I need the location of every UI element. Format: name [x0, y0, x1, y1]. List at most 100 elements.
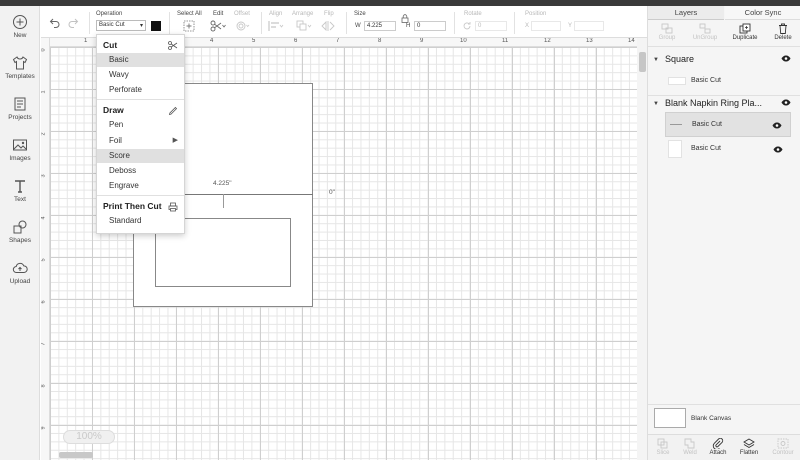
caret-down-icon[interactable]: ▼: [653, 57, 659, 63]
menu-separator: [97, 99, 184, 100]
width-dimension-label: 4.225": [213, 180, 232, 187]
ruler-tick: 7: [41, 342, 47, 346]
shirt-icon: [12, 56, 28, 70]
operation-color-swatch[interactable]: [151, 21, 161, 31]
ruler-left: 0 1 2 3 4 5 6 7 8 9: [41, 38, 50, 460]
toolbar-separator: [346, 12, 347, 34]
ruler-tick: 5: [252, 38, 256, 44]
ruler-tick: 7: [336, 38, 340, 44]
menu-item-perforate[interactable]: Perforate: [97, 83, 184, 97]
eye-icon[interactable]: [773, 146, 783, 155]
ruler-tick: 10: [460, 38, 467, 44]
sidebar-item-projects[interactable]: Projects: [0, 94, 40, 132]
tab-color-sync[interactable]: Color Sync: [725, 6, 800, 20]
scissors-icon: [168, 41, 178, 50]
toolbar-separator: [514, 12, 515, 34]
layer-item[interactable]: Basic Cut: [665, 137, 791, 162]
rotate-input: 0: [475, 21, 507, 31]
zoom-control[interactable]: 100%: [63, 430, 115, 444]
toolbar-separator: [89, 12, 90, 34]
shapes-icon: [13, 220, 27, 234]
flatten-button-label: Flatten: [739, 450, 759, 456]
sidebar-item-text[interactable]: Text: [0, 176, 40, 214]
eye-icon[interactable]: [781, 99, 791, 108]
ruler-tick: 9: [41, 426, 47, 430]
scissors-icon[interactable]: [210, 20, 226, 32]
layer-group-square[interactable]: ▼ Square: [648, 54, 800, 68]
weld-button: Weld: [675, 438, 705, 456]
layer-thumbnail: [668, 77, 686, 85]
caret-down-icon[interactable]: ▼: [653, 101, 659, 107]
chevron-down-icon: ▾: [139, 23, 143, 29]
menu-item-standard[interactable]: Standard: [97, 214, 184, 228]
layer-group-napkin-ring[interactable]: ▼ Blank Napkin Ring Pla...: [648, 98, 800, 112]
operation-select[interactable]: Basic Cut ▾: [96, 20, 146, 31]
attach-button[interactable]: Attach: [703, 438, 733, 456]
horizontal-scrollbar[interactable]: [59, 452, 93, 458]
menu-item-engrave[interactable]: Engrave: [97, 179, 184, 193]
menu-item-basic[interactable]: Basic: [97, 53, 184, 67]
trash-icon: [779, 23, 787, 34]
align-icon: [268, 21, 284, 31]
blank-canvas-thumbnail[interactable]: [654, 408, 686, 428]
menu-item-foil[interactable]: Foil: [97, 134, 184, 148]
group-button-label: Group: [658, 35, 676, 41]
width-prefix: W: [355, 23, 361, 29]
menu-item-deboss[interactable]: Deboss: [97, 164, 184, 178]
sidebar-item-templates[interactable]: Templates: [0, 53, 40, 91]
height-input[interactable]: 0: [414, 21, 446, 31]
slice-button-label: Slice: [656, 450, 670, 456]
vertical-scrollbar-track[interactable]: [637, 38, 647, 460]
operation-label: Operation: [96, 11, 123, 17]
select-all-icon[interactable]: [183, 20, 195, 32]
tab-layers[interactable]: Layers: [648, 6, 724, 20]
select-all-label: Select All: [177, 11, 202, 17]
size-label: Size: [354, 11, 366, 17]
layer-item[interactable]: Basic Cut: [665, 69, 791, 94]
menu-item-pen[interactable]: Pen: [97, 118, 184, 132]
ungroup-button: UnGroup: [686, 23, 724, 41]
sidebar-item-label: New: [13, 32, 27, 39]
ruler-tick: 6: [41, 300, 47, 304]
duplicate-button[interactable]: Duplicate: [726, 23, 764, 41]
printer-icon: [168, 202, 178, 212]
eye-icon[interactable]: [781, 55, 791, 64]
align-label: Align: [269, 11, 283, 17]
ruler-tick: 8: [41, 384, 47, 388]
toolbar-separator: [454, 12, 455, 34]
ungroup-button-label: UnGroup: [692, 35, 718, 41]
slice-icon: [657, 438, 668, 449]
sidebar-item-shapes[interactable]: Shapes: [0, 217, 40, 255]
group-button: Group: [648, 23, 686, 41]
ruler-tick: 1: [41, 90, 47, 94]
lock-icon[interactable]: [401, 14, 409, 23]
ungroup-icon: [699, 23, 711, 34]
pen-icon: [168, 106, 178, 116]
sidebar-item-upload[interactable]: Upload: [0, 258, 40, 296]
eye-icon[interactable]: [772, 122, 782, 131]
pos-y-prefix: Y: [568, 23, 573, 29]
text-icon: [15, 180, 25, 193]
delete-button[interactable]: Delete: [764, 23, 800, 41]
vertical-scrollbar-thumb[interactable]: [639, 52, 646, 72]
height-prefix: H: [406, 23, 411, 29]
menu-item-wavy[interactable]: Wavy: [97, 68, 184, 82]
undo-icon[interactable]: [49, 16, 61, 28]
chevron-right-icon: ▶: [172, 137, 178, 144]
duplicate-icon: [739, 23, 751, 34]
sidebar-item-new[interactable]: New: [0, 12, 40, 50]
flatten-button[interactable]: Flatten: [734, 438, 764, 456]
layer-item-name: Basic Cut: [692, 121, 722, 128]
height-dimension-label: 0": [329, 189, 335, 196]
width-input[interactable]: 4.225: [364, 21, 396, 31]
ruler-tick: 0: [41, 48, 47, 52]
redo-icon[interactable]: [67, 16, 79, 28]
group-icon: [661, 23, 673, 34]
paperclip-icon: [712, 438, 724, 449]
height-value: 0: [417, 23, 421, 29]
menu-item-score[interactable]: Score: [97, 149, 184, 163]
sidebar-item-images[interactable]: Images: [0, 135, 40, 173]
menu-separator: [97, 195, 184, 196]
ruler-tick: 4: [210, 38, 214, 44]
layer-item-selected[interactable]: Basic Cut: [665, 112, 791, 137]
